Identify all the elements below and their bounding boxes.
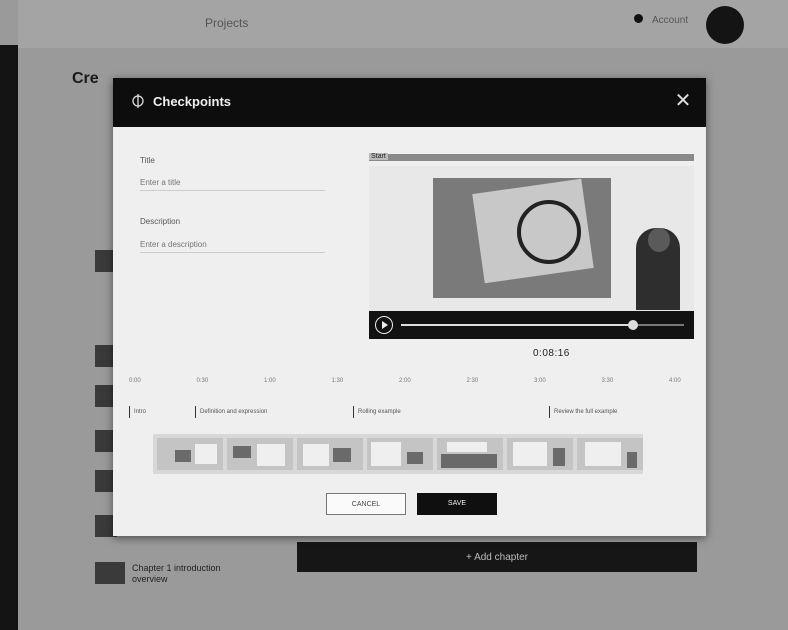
- chapter-marker[interactable]: Intro: [129, 406, 146, 418]
- film-frame[interactable]: [577, 438, 643, 470]
- title-input[interactable]: [140, 174, 325, 191]
- video-preview[interactable]: [369, 166, 694, 311]
- chapter-marker[interactable]: Review the full example: [549, 406, 617, 418]
- film-frame[interactable]: [157, 438, 223, 470]
- timeline-tick-label: 2:00: [399, 378, 411, 384]
- film-frame[interactable]: [227, 438, 293, 470]
- description-label: Description: [140, 217, 181, 226]
- timecode: 0:08:16: [533, 348, 570, 359]
- film-frame[interactable]: [367, 438, 433, 470]
- video-title-bar: Start: [369, 153, 694, 161]
- chapter-title-text: Chapter 1 introduction overview: [132, 563, 221, 584]
- avatar[interactable]: [706, 6, 744, 44]
- timeline-ruler: 0:00 0:30 1:00 1:30 2:00 2:30 3:00 3:30 4:00: [129, 378, 689, 388]
- timeline-tick-label: 3:00: [534, 378, 546, 384]
- video-controls: [369, 311, 694, 339]
- title-label: Title: [140, 156, 155, 165]
- timeline-tick-label: 1:30: [331, 378, 344, 384]
- cancel-button[interactable]: CANCEL: [326, 493, 406, 515]
- timeline-tick-label: 2:30: [466, 378, 479, 384]
- seek-bar[interactable]: [401, 320, 684, 330]
- left-sidebar: [0, 45, 18, 630]
- modal-title: Checkpoints: [153, 94, 232, 109]
- chapter-markers: Intro Definition and expression Rolling ex…: [129, 406, 689, 420]
- checkpoints-modal: Checkpoints ✕ Title Description Start 0:…: [113, 78, 706, 536]
- timeline-tick-label: 4:00: [669, 378, 681, 384]
- film-frame[interactable]: [297, 438, 363, 470]
- timeline-tick-label: 1:00: [264, 378, 276, 384]
- close-icon[interactable]: ✕: [672, 90, 694, 112]
- magnifier-shape: [517, 200, 581, 264]
- presenter-head: [648, 228, 670, 252]
- chapter-thumbnail[interactable]: [95, 562, 125, 584]
- modal-header: Checkpoints ✕: [113, 78, 706, 127]
- seek-handle[interactable]: [628, 320, 639, 330]
- description-input[interactable]: [140, 236, 325, 253]
- timeline-tick-label: 0:30: [196, 378, 209, 384]
- filmstrip[interactable]: [153, 434, 643, 474]
- film-frame[interactable]: [507, 438, 573, 470]
- seek-progress: [401, 324, 634, 326]
- add-chapter-button[interactable]: + Add chapter: [297, 542, 697, 572]
- checkpoint-icon: [132, 94, 144, 108]
- timeline-tick-label: 3:30: [601, 378, 614, 384]
- save-button[interactable]: SAVE: [417, 493, 497, 515]
- chapter-marker[interactable]: Rolling example: [353, 406, 401, 418]
- page-heading: Cre: [72, 70, 99, 87]
- video-label: Start: [369, 153, 388, 160]
- chapter-marker[interactable]: Definition and expression: [195, 406, 267, 418]
- play-icon[interactable]: [375, 316, 393, 334]
- timeline-tick-label: 0:00: [129, 378, 141, 384]
- topbar-user-name[interactable]: Account: [652, 15, 688, 26]
- notification-dot-icon[interactable]: [634, 14, 643, 23]
- film-frame[interactable]: [437, 438, 503, 470]
- topbar-title[interactable]: Projects: [205, 16, 248, 30]
